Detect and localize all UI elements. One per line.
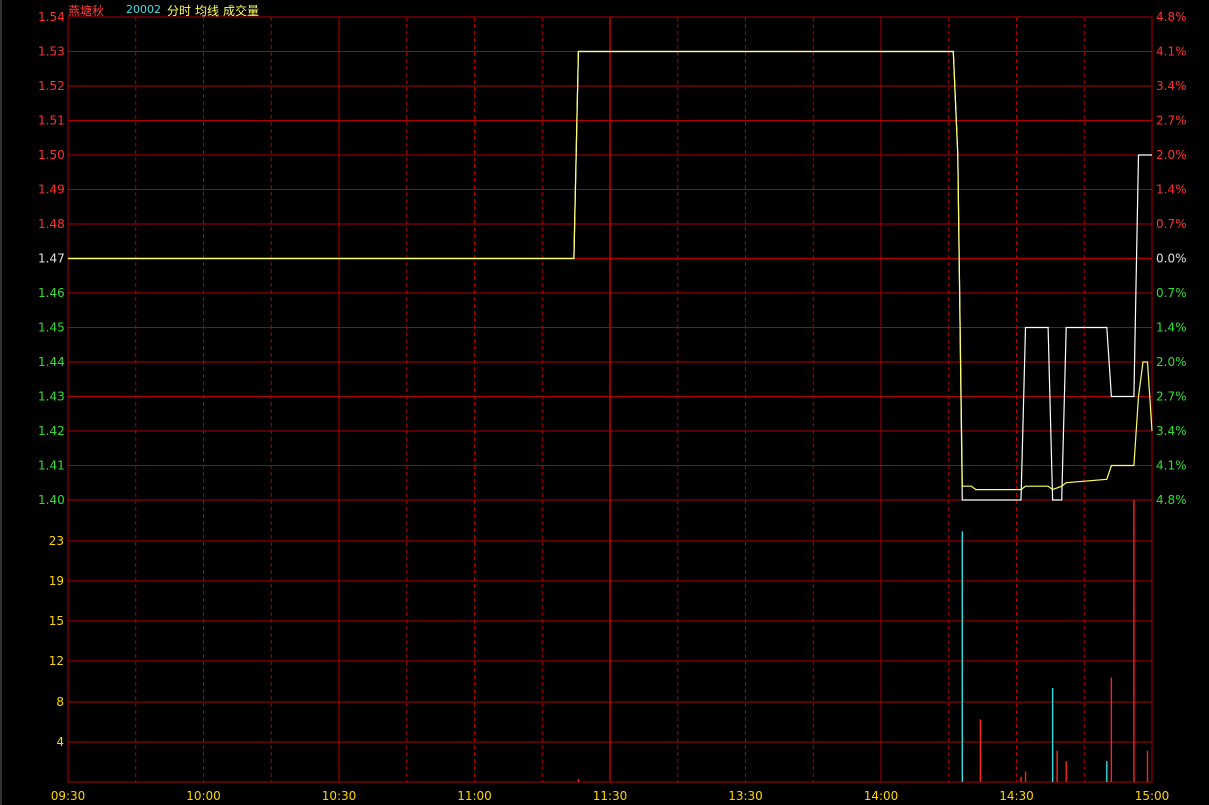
volume-tick-label: 4 (56, 735, 64, 749)
volume-tick-label: 8 (56, 695, 64, 709)
volume-tick-label: 12 (49, 654, 64, 668)
time-tick-label: 13:30 (728, 789, 763, 803)
price-tick-label: 1.40 (38, 493, 65, 507)
menu-intraday[interactable]: 分时 (167, 2, 191, 19)
price-tick-label: 1.54 (38, 10, 65, 24)
price-tick-label: 1.48 (38, 217, 65, 231)
price-tick-label: 1.49 (38, 183, 65, 197)
price-tick-label: 1.44 (38, 355, 65, 369)
price-tick-label: 1.50 (38, 148, 65, 162)
volume-tick-label: 19 (49, 574, 64, 588)
pct-tick-label: 4.8% (1156, 10, 1187, 24)
price-tick-label: 1.45 (38, 321, 65, 335)
time-tick-label: 10:00 (186, 789, 221, 803)
price-tick-label: 1.42 (38, 424, 65, 438)
pct-tick-label: 1.4% (1156, 321, 1187, 335)
stock-name: 燕塘秋 (68, 4, 105, 18)
stock-code: 20002 (126, 3, 161, 16)
price-tick-label: 1.43 (38, 390, 65, 404)
volume-tick-label: 23 (49, 534, 64, 548)
price-tick-label: 1.52 (38, 79, 65, 93)
pct-tick-label: 0.0% (1156, 252, 1187, 266)
pct-tick-label: 2.7% (1156, 390, 1187, 404)
price-tick-label: 1.46 (38, 286, 65, 300)
volume-tick-label: 15 (49, 614, 64, 628)
time-tick-label: 09:30 (51, 789, 86, 803)
time-tick-label: 15:00 (1135, 789, 1170, 803)
time-tick-label: 11:30 (593, 789, 628, 803)
pct-tick-label: 4.1% (1156, 459, 1187, 473)
price-tick-label: 1.51 (38, 114, 65, 128)
pct-tick-label: 3.4% (1156, 79, 1187, 93)
intraday-chart: 1.54 4.8% 1.53 4.1% 1.52 3.4% 1.51 2.7% 1.50 2.0%… (0, 0, 1187, 805)
time-tick-label: 11:00 (457, 789, 492, 803)
pct-tick-label: 3.4% (1156, 424, 1187, 438)
pct-tick-label: 4.8% (1156, 493, 1187, 507)
price-tick-label: 1.41 (38, 459, 65, 473)
axis-labels: 1.54 4.8% 1.53 4.1% 1.52 3.4% 1.51 2.7% 1.50 2.0%… (38, 10, 1187, 803)
pct-tick-label: 2.7% (1156, 114, 1187, 128)
volume-bars (577, 500, 1149, 782)
pct-tick-label: 1.4% (1156, 183, 1187, 197)
pct-tick-label: 2.0% (1156, 148, 1187, 162)
pct-tick-label: 0.7% (1156, 286, 1187, 300)
menu-volume[interactable]: 成交量 (223, 2, 259, 19)
time-tick-label: 14:00 (864, 789, 899, 803)
time-tick-label: 10:30 (322, 789, 357, 803)
pct-tick-label: 0.7% (1156, 217, 1187, 231)
price-tick-label: 1.53 (38, 45, 65, 59)
menu-average-line[interactable]: 均线 (195, 2, 219, 19)
price-tick-label: 1.47 (38, 252, 65, 266)
pct-tick-label: 2.0% (1156, 355, 1187, 369)
pct-tick-label: 4.1% (1156, 45, 1187, 59)
time-tick-label: 14:30 (999, 789, 1034, 803)
